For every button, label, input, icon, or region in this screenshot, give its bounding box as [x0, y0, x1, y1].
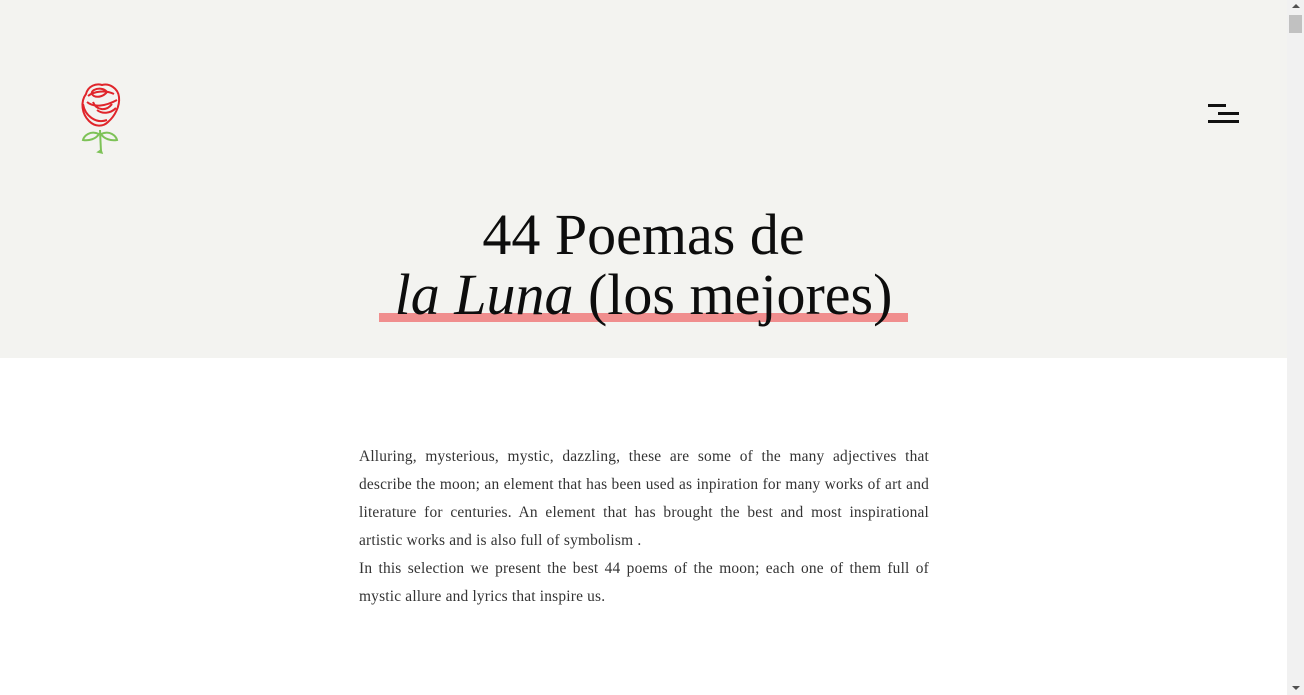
- scroll-down-arrow-icon[interactable]: [1287, 681, 1304, 695]
- hamburger-menu-icon-line: [1208, 120, 1239, 123]
- scrollbar-thumb[interactable]: [1289, 15, 1302, 33]
- hero-header: 44 Poemas de la Luna (los mejores): [0, 0, 1287, 358]
- intro-paragraph-2: In this selection we present the best 44…: [359, 560, 929, 605]
- menu-button[interactable]: [1204, 100, 1244, 130]
- browser-viewport: 44 Poemas de la Luna (los mejores) Allur…: [0, 0, 1304, 695]
- intro-text: Alluring, mysterious, mystic, dazzling, …: [359, 443, 929, 611]
- site-logo[interactable]: [74, 80, 124, 156]
- page-title-italic: la Luna: [394, 262, 574, 327]
- intro-paragraph-1: Alluring, mysterious, mystic, dazzling, …: [359, 448, 929, 549]
- page-title: 44 Poemas de la Luna (los mejores): [0, 205, 1287, 325]
- page-title-rest: (los mejores): [573, 262, 893, 327]
- page-title-highlight: la Luna (los mejores): [378, 262, 909, 327]
- page-title-line1: 44 Poemas de: [482, 202, 805, 267]
- vertical-scrollbar[interactable]: [1287, 0, 1304, 695]
- scroll-up-arrow-icon[interactable]: [1287, 0, 1304, 14]
- rose-icon: [81, 83, 121, 155]
- hamburger-menu-icon-line: [1218, 112, 1239, 115]
- hamburger-menu-icon: [1208, 104, 1226, 107]
- page: 44 Poemas de la Luna (los mejores) Allur…: [0, 0, 1287, 695]
